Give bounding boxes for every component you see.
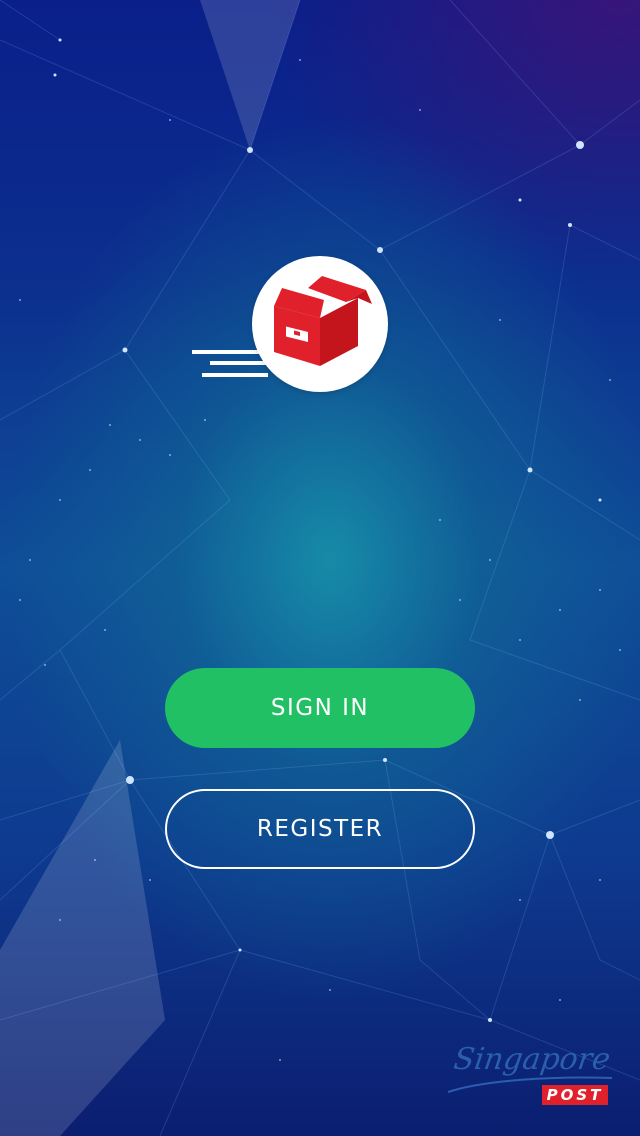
register-button[interactable]: REGISTER [165, 789, 475, 869]
brand-post-text: POST [542, 1085, 608, 1105]
background-network [0, 0, 640, 1136]
sign-in-label: SIGN IN [270, 695, 370, 721]
register-label: REGISTER [256, 816, 384, 842]
singapore-post-logo: Singapore POST [444, 1040, 624, 1110]
delivery-box-icon [274, 276, 372, 366]
app-logo [190, 256, 390, 396]
sign-in-button[interactable]: SIGN IN [165, 668, 475, 748]
brand-script-text: Singapore [451, 1042, 613, 1077]
logo-circle [252, 256, 388, 392]
